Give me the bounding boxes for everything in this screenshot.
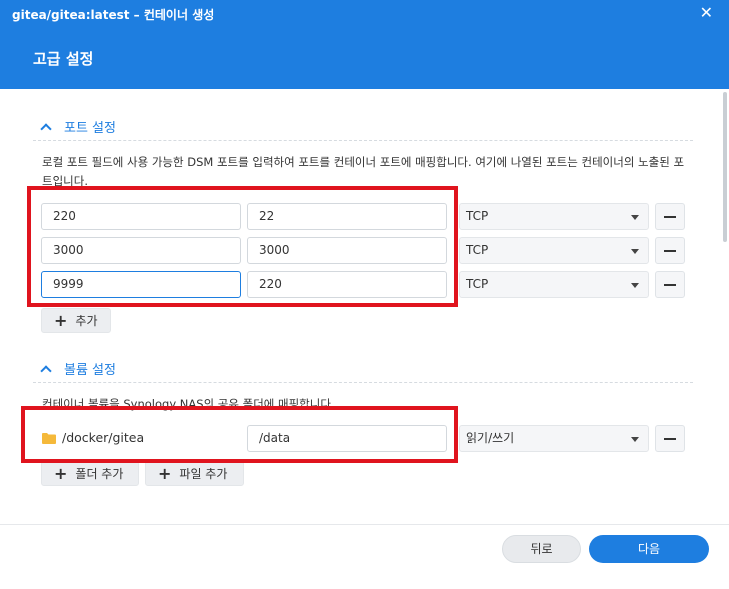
caret-down-icon xyxy=(631,249,639,254)
add-folder-button[interactable]: + 폴더 추가 xyxy=(41,461,139,486)
plus-icon: + xyxy=(54,310,68,330)
volume-settings-header[interactable]: 볼륨 설정 xyxy=(40,359,116,378)
caret-down-icon xyxy=(631,283,639,288)
back-button[interactable]: 뒤로 xyxy=(502,535,581,563)
divider xyxy=(33,140,693,141)
permission-value: 읽기/쓰기 xyxy=(466,431,515,445)
next-button[interactable]: 다음 xyxy=(589,535,709,563)
minus-icon xyxy=(664,250,676,252)
caret-down-icon xyxy=(631,215,639,220)
port-settings-title: 포트 설정 xyxy=(64,121,116,136)
remove-port-button[interactable] xyxy=(655,271,685,298)
add-port-button[interactable]: + 추가 xyxy=(41,308,111,333)
highlight-box-volumes xyxy=(21,406,458,463)
divider xyxy=(33,382,693,383)
dialog-header: 고급 설정 xyxy=(0,32,729,89)
add-file-label: 파일 추가 xyxy=(179,467,228,481)
add-port-label: 추가 xyxy=(75,314,98,328)
highlight-box-ports xyxy=(27,186,458,307)
caret-down-icon xyxy=(631,437,639,442)
footer-divider xyxy=(0,524,729,525)
protocol-value: TCP xyxy=(466,243,489,257)
protocol-select[interactable]: TCP xyxy=(459,271,649,298)
page-title: 고급 설정 xyxy=(33,50,94,68)
protocol-select[interactable]: TCP xyxy=(459,203,649,230)
plus-icon: + xyxy=(54,463,68,483)
minus-icon xyxy=(664,284,676,286)
protocol-select[interactable]: TCP xyxy=(459,237,649,264)
chevron-up-icon xyxy=(40,364,52,377)
scrollbar[interactable] xyxy=(721,32,729,522)
remove-port-button[interactable] xyxy=(655,203,685,230)
minus-icon xyxy=(664,216,676,218)
remove-volume-button[interactable] xyxy=(655,425,685,452)
window-title: gitea/gitea:latest – 컨테이너 생성 xyxy=(12,8,215,22)
port-settings-header[interactable]: 포트 설정 xyxy=(40,117,116,136)
add-folder-label: 폴더 추가 xyxy=(75,467,124,481)
protocol-value: TCP xyxy=(466,277,489,291)
remove-port-button[interactable] xyxy=(655,237,685,264)
close-icon[interactable]: ✕ xyxy=(700,5,713,21)
scrollbar-thumb[interactable] xyxy=(723,92,727,242)
plus-icon: + xyxy=(158,463,172,483)
minus-icon xyxy=(664,438,676,440)
add-file-button[interactable]: + 파일 추가 xyxy=(145,461,244,486)
permission-select[interactable]: 읽기/쓰기 xyxy=(459,425,649,452)
volume-settings-title: 볼륨 설정 xyxy=(64,363,116,378)
window-titlebar: gitea/gitea:latest – 컨테이너 생성 ✕ xyxy=(0,0,729,32)
chevron-up-icon xyxy=(40,122,52,135)
protocol-value: TCP xyxy=(466,209,489,223)
